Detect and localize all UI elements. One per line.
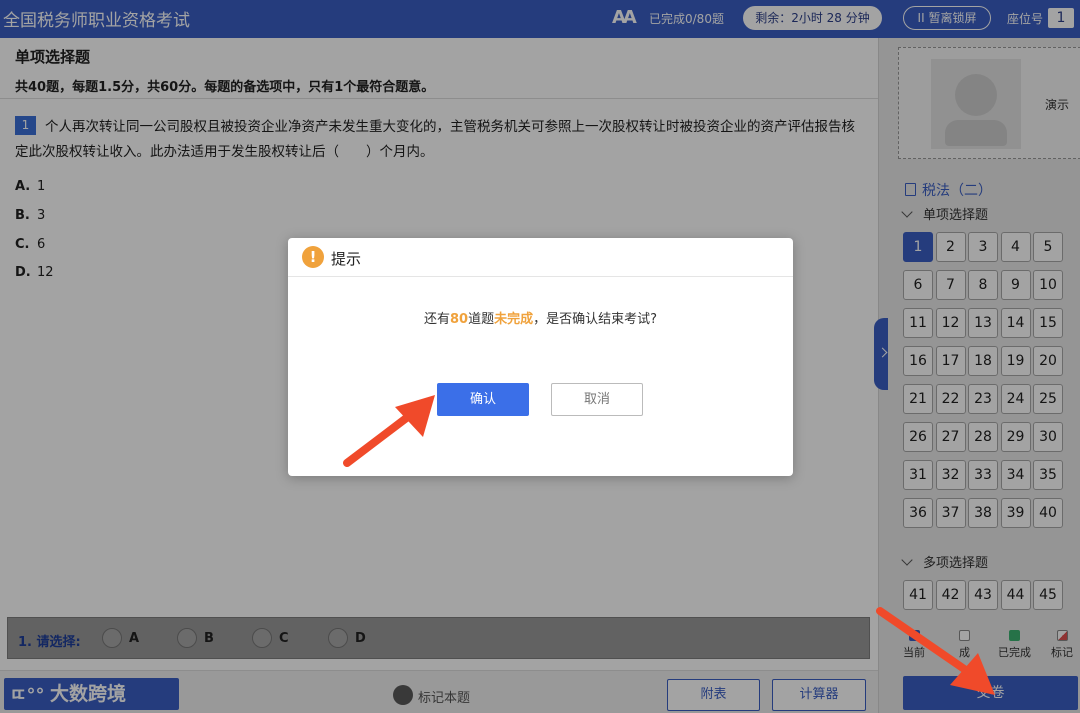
message-suffix: ，是否确认结束考试? [533, 312, 658, 327]
message-prefix: 还有 [423, 312, 450, 327]
confirm-button[interactable]: 确认 [437, 383, 529, 416]
message-mid: 道题 [468, 312, 495, 327]
confirm-dialog: ! 提示 还有80道题未完成，是否确认结束考试? 确认 取消 [288, 238, 793, 476]
cancel-button[interactable]: 取消 [551, 383, 643, 416]
dialog-title: 提示 [331, 250, 362, 268]
message-highlight: 未完成 [494, 312, 534, 327]
warning-icon: ! [302, 246, 324, 268]
dialog-header: ! 提示 [288, 238, 793, 277]
dialog-message: 还有80道题未完成，是否确认结束考试? [288, 308, 793, 327]
message-count: 80 [449, 312, 469, 327]
